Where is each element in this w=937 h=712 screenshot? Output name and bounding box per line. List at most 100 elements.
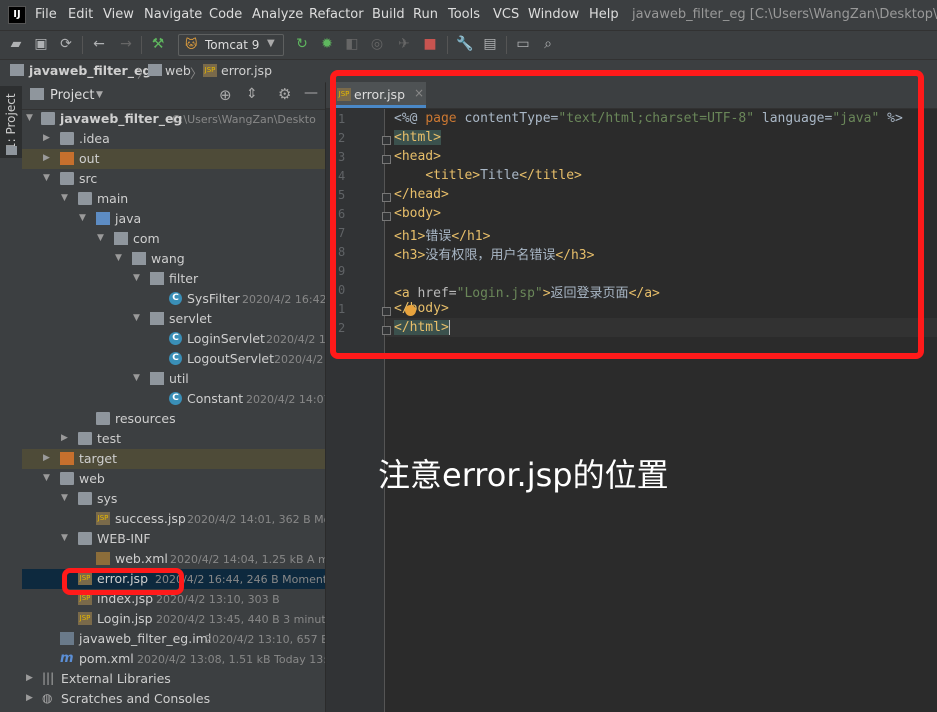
stop-icon[interactable]: ■: [422, 36, 438, 52]
tree-item-idea[interactable]: ▶ .idea: [22, 129, 325, 149]
open-folder-icon[interactable]: ▰: [8, 36, 24, 52]
rerun-icon[interactable]: ↻: [294, 36, 310, 52]
chevron-down-icon[interactable]: ▼: [96, 90, 103, 100]
tree-item-loginservlet[interactable]: C LoginServlet 2020/4/2 16: [22, 329, 325, 349]
tree-item-meta: 2020/4/2 14:04, 1.25 kB A min: [170, 553, 325, 566]
tree-item-label: test: [97, 431, 122, 446]
menu-edit[interactable]: Edit: [68, 7, 93, 22]
coverage-icon[interactable]: ◧: [344, 36, 360, 52]
highlight-box-error-jsp: [62, 568, 184, 595]
tree-item-com[interactable]: ▼ com: [22, 229, 325, 249]
menu-help[interactable]: Help: [589, 7, 619, 22]
project-folder-icon: [10, 64, 24, 76]
menu-build[interactable]: Build: [372, 7, 405, 22]
locate-icon[interactable]: ⊕: [219, 86, 232, 104]
tree-item-sysfilter[interactable]: C SysFilter 2020/4/2 16:42, 6: [22, 289, 325, 309]
hide-icon[interactable]: —: [304, 85, 318, 101]
tree-item-logoutservlet[interactable]: C LogoutServlet 2020/4/2: [22, 349, 325, 369]
folder-icon: [78, 532, 92, 545]
settings-wrench-icon[interactable]: 🔧: [456, 36, 473, 52]
back-icon[interactable]: ←: [91, 36, 107, 52]
folder-icon: [60, 132, 74, 145]
tree-item-label: src: [79, 171, 98, 186]
save-icon[interactable]: ▣: [33, 36, 49, 52]
menu-vcs[interactable]: VCS: [493, 7, 519, 22]
tree-item-iml[interactable]: javaweb_filter_eg.iml 2020/4/2 13:10, 65…: [22, 629, 325, 649]
tree-item-servlet[interactable]: ▼ servlet: [22, 309, 325, 329]
tree-item-login-jsp[interactable]: JSP Login.jsp 2020/4/2 13:45, 440 B 3 mi…: [22, 609, 325, 629]
menu-file[interactable]: File: [35, 7, 57, 22]
forward-icon[interactable]: →: [118, 36, 134, 52]
tree-item-label: .idea: [79, 131, 110, 146]
tree-item-util[interactable]: ▼ util: [22, 369, 325, 389]
package-icon: [114, 232, 128, 245]
tree-item-meta: 2020/4/2 16: [266, 333, 325, 346]
search-icon[interactable]: ⌕: [540, 36, 556, 52]
tree-item-target[interactable]: ▶ target: [22, 449, 325, 469]
project-panel-title[interactable]: Project: [50, 88, 94, 103]
menu-run[interactable]: Run: [413, 7, 438, 22]
tree-item-web[interactable]: ▼ web: [22, 469, 325, 489]
menu-analyze[interactable]: Analyze: [252, 7, 303, 22]
xml-file-icon: [96, 552, 110, 565]
debug-icon[interactable]: ✹: [319, 36, 335, 52]
collapsed-arrow-icon: ▶: [26, 693, 33, 703]
window-title: javaweb_filter_eg [C:\Users\WangZan\Desk…: [632, 7, 937, 22]
menu-refactor[interactable]: Refactor: [309, 7, 364, 22]
breadcrumb-project[interactable]: javaweb_filter_eg: [29, 63, 151, 78]
expanded-arrow-icon: ▼: [61, 493, 68, 503]
tree-item-label: success.jsp: [115, 511, 186, 526]
folder-icon: [6, 146, 17, 155]
menu-code[interactable]: Code: [209, 7, 242, 22]
build-hammer-icon[interactable]: ⚒: [150, 36, 166, 52]
attach-icon[interactable]: ✈: [396, 36, 412, 52]
tree-item-wang[interactable]: ▼ wang: [22, 249, 325, 269]
package-icon: [150, 312, 164, 325]
run-configuration-selector[interactable]: 🐱 Tomcat 9 ▼: [178, 34, 284, 56]
project-panel-header: Project ▼ ⊕ ⇕ ⚙ —: [22, 82, 325, 110]
menu-window[interactable]: Window: [528, 7, 579, 22]
highlight-box-editor: [330, 70, 924, 359]
profile-icon[interactable]: ◎: [369, 36, 385, 52]
tree-item-scratches[interactable]: ▶ ◍ Scratches and Consoles: [22, 689, 325, 709]
menu-navigate[interactable]: Navigate: [144, 7, 202, 22]
menu-view[interactable]: View: [103, 7, 134, 22]
tree-item-sys[interactable]: ▼ sys: [22, 489, 325, 509]
excluded-folder-icon: [60, 452, 74, 465]
source-folder-icon: [96, 212, 110, 225]
tree-item-pom-xml[interactable]: m pom.xml 2020/4/2 13:08, 1.51 kB Today …: [22, 649, 325, 669]
tree-item-success-jsp[interactable]: JSP success.jsp 2020/4/2 14:01, 362 B Mo…: [22, 509, 325, 529]
project-tool-tab-label: 1: Project: [4, 93, 18, 150]
tree-item-java[interactable]: ▼ java: [22, 209, 325, 229]
java-class-icon: C: [169, 352, 182, 365]
intellij-logo-icon[interactable]: IJ: [8, 6, 26, 24]
tree-item-label: javaweb_filter_eg: [60, 111, 183, 126]
tree-item-meta: 2020/4/2 13:08, 1.51 kB Today 13:11: [137, 653, 325, 666]
tree-item-label: filter: [169, 271, 199, 286]
breadcrumb-web[interactable]: web: [165, 63, 191, 78]
menu-tools[interactable]: Tools: [448, 7, 480, 22]
gear-icon[interactable]: ⚙: [278, 85, 291, 103]
tree-item-web-inf[interactable]: ▼ WEB-INF: [22, 529, 325, 549]
collapse-all-icon[interactable]: ⇕: [246, 86, 258, 102]
web-folder-icon: [60, 472, 74, 485]
tree-item-test[interactable]: ▶ test: [22, 429, 325, 449]
tree-item-constant[interactable]: C Constant 2020/4/2 14:07,: [22, 389, 325, 409]
excluded-folder-icon: [60, 152, 74, 165]
project-structure-icon[interactable]: ▤: [482, 36, 498, 52]
tree-item-web-xml[interactable]: web.xml 2020/4/2 14:04, 1.25 kB A min: [22, 549, 325, 569]
tree-item-resources[interactable]: resources: [22, 409, 325, 429]
java-class-icon: C: [169, 332, 182, 345]
breadcrumb-file[interactable]: error.jsp: [221, 63, 272, 78]
tree-item-src[interactable]: ▼ src: [22, 169, 325, 189]
tree-item-out[interactable]: ▶ out: [22, 149, 325, 169]
tree-item-external-libraries[interactable]: ▶ ||| External Libraries: [22, 669, 325, 689]
tree-item-filter[interactable]: ▼ filter: [22, 269, 325, 289]
tree-item-label: com: [133, 231, 160, 246]
tree-item-main[interactable]: ▼ main: [22, 189, 325, 209]
terminal-icon[interactable]: ▭: [515, 36, 531, 52]
sync-icon[interactable]: ⟳: [58, 36, 74, 52]
tree-item-label: Constant: [187, 391, 244, 406]
tree-item-project-root[interactable]: ▼ javaweb_filter_eg C:\Users\WangZan\Des…: [22, 109, 325, 129]
tree-item-label: javaweb_filter_eg.iml: [79, 631, 212, 646]
